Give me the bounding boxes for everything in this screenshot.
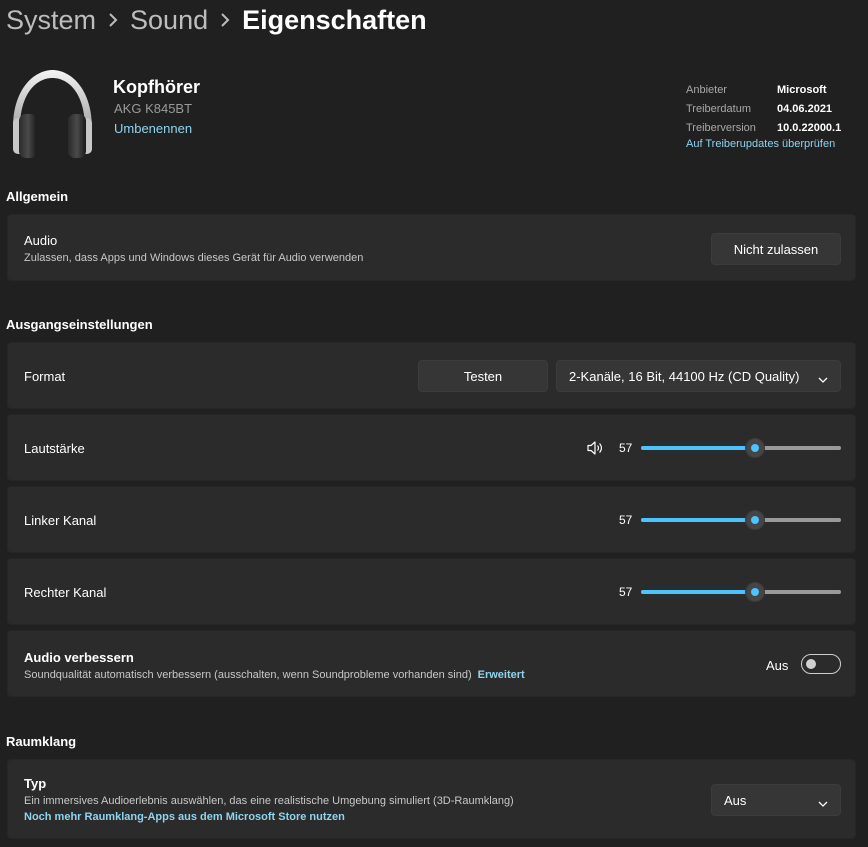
chevron-down-icon [818, 796, 828, 807]
spatial-type-title: Typ [24, 776, 47, 791]
slider-thumb[interactable] [745, 510, 765, 530]
section-header-general: Allgemein [6, 189, 69, 204]
driver-info: Anbieter Microsoft Treiberdatum 04.06.20… [686, 80, 841, 137]
slider-thumb[interactable] [745, 438, 765, 458]
device-name: Kopfhörer [113, 77, 200, 97]
left-channel-value: 57 [619, 513, 633, 527]
audio-description: Zulassen, dass Apps und Windows dieses G… [24, 252, 364, 264]
volume-slider[interactable] [641, 438, 841, 458]
page-title: Eigenschaften [242, 5, 427, 35]
driver-date-value: 04.06.2021 [777, 102, 833, 115]
volume-label: Lautstärke [24, 441, 85, 456]
right-channel-slider[interactable] [641, 582, 841, 602]
audio-enhance-toggle[interactable] [801, 654, 841, 674]
spatial-type-dropdown[interactable]: Aus [711, 784, 841, 816]
spatial-type-value: Aus [724, 792, 747, 808]
spatial-type-card: Typ Ein immersives Audioerlebnis auswähl… [7, 759, 856, 839]
left-channel-slider[interactable] [641, 510, 841, 530]
speaker-icon[interactable] [586, 439, 604, 457]
advanced-link[interactable]: Erweitert [478, 669, 525, 681]
section-header-output: Ausgangseinstellungen [6, 317, 153, 332]
driver-date-label: Treiberdatum [686, 102, 752, 115]
format-dropdown[interactable]: 2-Kanäle, 16 Bit, 44100 Hz (CD Quality) [556, 360, 841, 392]
spatial-type-description: Ein immersives Audioerlebnis auswählen, … [24, 795, 514, 807]
audio-enhance-card: Audio verbessern Soundqualität automatis… [7, 630, 856, 697]
chevron-right-icon [96, 2, 130, 38]
format-label: Format [24, 369, 66, 384]
volume-card: Lautstärke 57 [7, 414, 856, 481]
store-link[interactable]: Noch mehr Raumklang-Apps aus dem Microso… [24, 811, 345, 823]
disallow-audio-button[interactable]: Nicht zulassen [711, 233, 841, 265]
right-channel-label: Rechter Kanal [24, 585, 107, 600]
left-channel-card: Linker Kanal 57 [7, 486, 856, 553]
format-dropdown-value: 2-Kanäle, 16 Bit, 44100 Hz (CD Quality) [569, 368, 800, 384]
slider-fill [641, 446, 755, 450]
audio-card: Audio Zulassen, dass Apps und Windows di… [7, 214, 856, 281]
chevron-right-icon [208, 2, 242, 38]
section-header-spatial: Raumklang [6, 734, 77, 749]
breadcrumb: System Sound Eigenschaften [6, 2, 427, 38]
right-channel-card: Rechter Kanal 57 [7, 558, 856, 625]
device-model: AKG K845BT [114, 101, 193, 116]
format-card: Format Testen 2-Kanäle, 16 Bit, 44100 Hz… [7, 342, 856, 409]
audio-enhance-description: Soundqualität automatisch verbessern (au… [24, 669, 525, 681]
driver-update-link[interactable]: Auf Treiberupdates überprüfen [686, 138, 835, 150]
chevron-down-icon [818, 372, 828, 383]
headphones-icon [5, 66, 100, 161]
rename-link[interactable]: Umbenennen [114, 121, 192, 136]
toggle-knob [806, 659, 816, 669]
slider-fill [641, 590, 755, 594]
driver-provider-label: Anbieter [686, 83, 727, 96]
slider-thumb[interactable] [745, 582, 765, 602]
driver-date-row: Treiberdatum 04.06.2021 [686, 99, 841, 118]
breadcrumb-sound[interactable]: Sound [130, 2, 208, 38]
driver-version-row: Treiberversion 10.0.22000.1 [686, 118, 841, 137]
right-channel-value: 57 [619, 585, 633, 599]
driver-provider-row: Anbieter Microsoft [686, 80, 841, 99]
audio-enhance-desc-text: Soundqualität automatisch verbessern (au… [24, 669, 472, 681]
breadcrumb-system[interactable]: System [6, 2, 96, 38]
driver-version-value: 10.0.22000.1 [777, 121, 842, 134]
volume-value: 57 [619, 441, 633, 455]
left-channel-label: Linker Kanal [24, 513, 97, 528]
slider-fill [641, 518, 755, 522]
audio-enhance-title: Audio verbessern [24, 650, 134, 665]
audio-enhance-state: Aus [766, 658, 789, 673]
driver-version-label: Treiberversion [686, 121, 756, 134]
test-button[interactable]: Testen [418, 360, 548, 392]
driver-provider-value: Microsoft [777, 83, 827, 96]
audio-title: Audio [24, 233, 58, 248]
